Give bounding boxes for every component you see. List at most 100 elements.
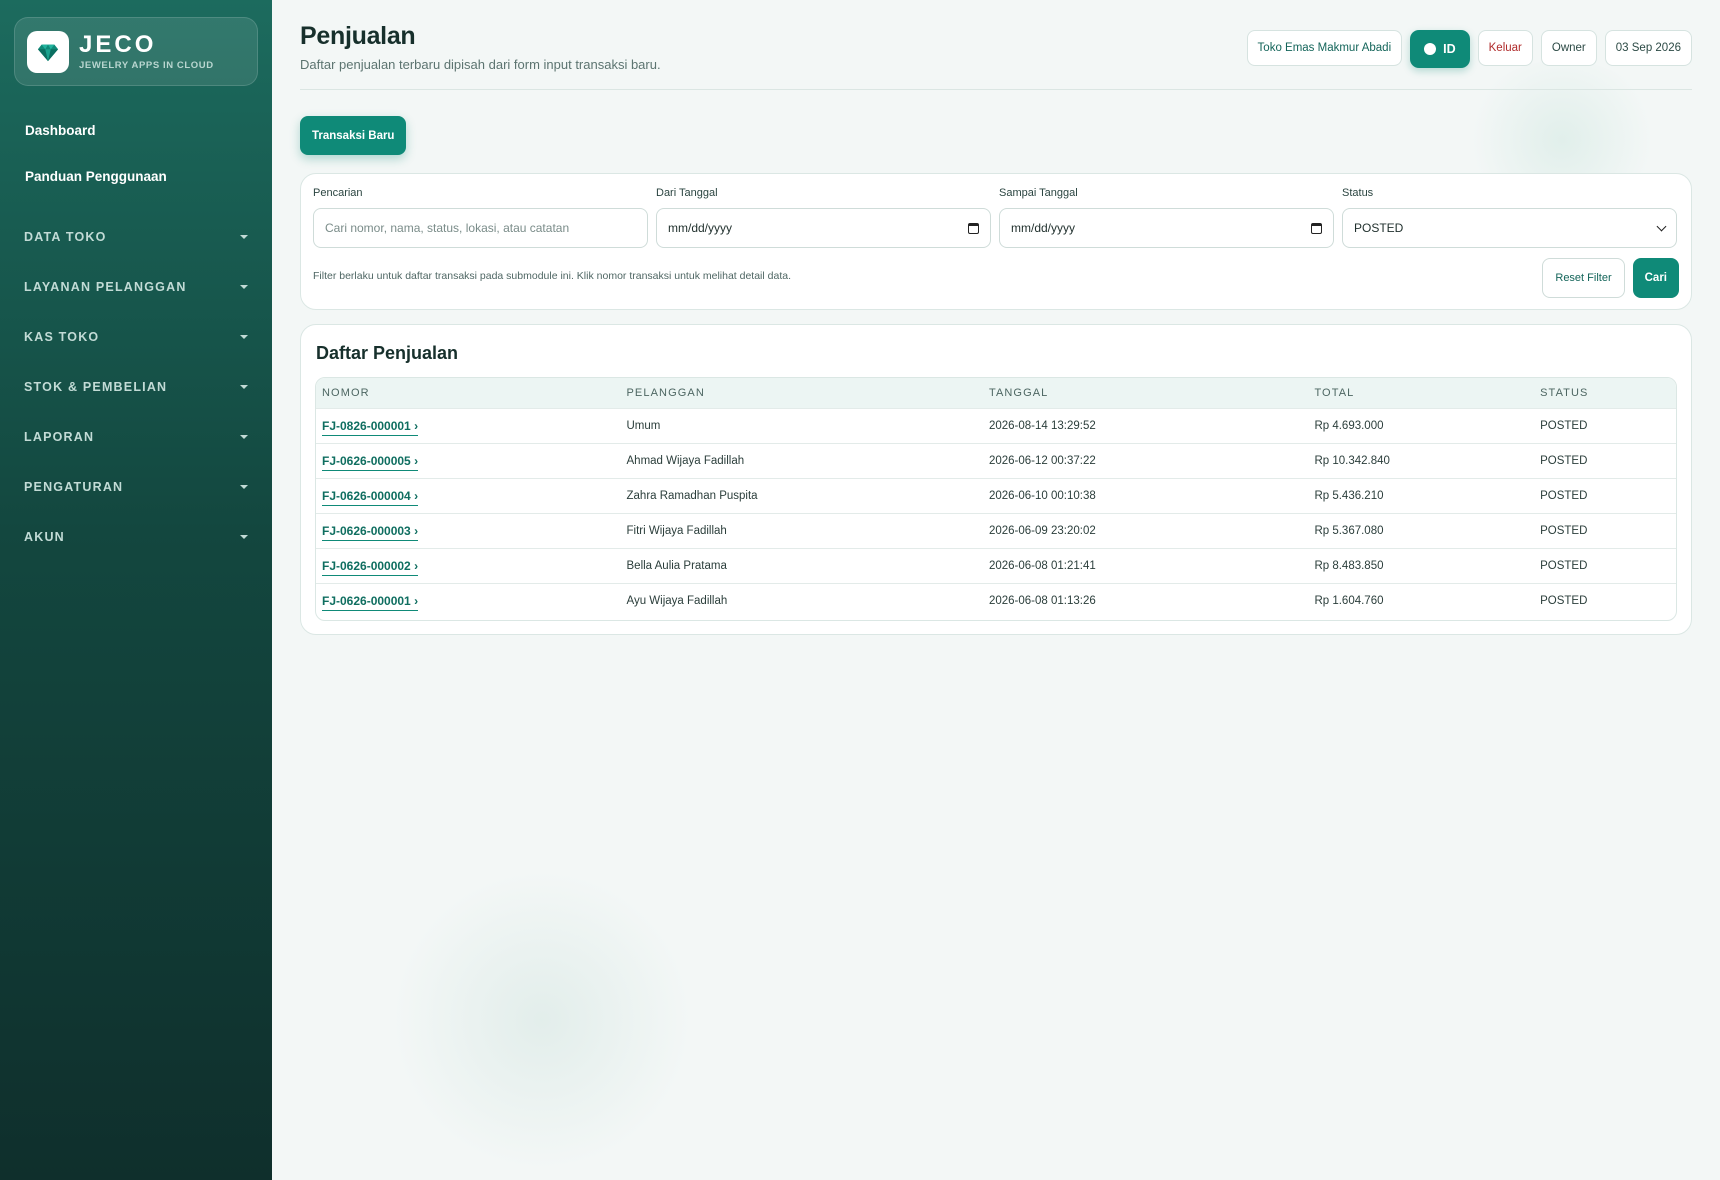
cell-number: FJ-0626-000003 › bbox=[316, 513, 621, 548]
sidebar-section-kas-toko[interactable]: KAS TOKO bbox=[14, 312, 258, 362]
column-header-tanggal: TANGGAL bbox=[988, 386, 1049, 399]
calendar-icon[interactable] bbox=[1311, 222, 1322, 234]
table-row: FJ-0626-000004 › Zahra Ramadhan Puspita … bbox=[316, 478, 1676, 513]
search-label: Pencarian bbox=[313, 187, 363, 199]
from-date-input[interactable]: mm/dd/yyyy bbox=[656, 208, 991, 248]
sidebar-section-label: DATA TOKO bbox=[24, 230, 107, 244]
cell-status: POSTED bbox=[1540, 454, 1588, 467]
cell-customer: Bella Aulia Pratama bbox=[626, 559, 727, 572]
transaction-link[interactable]: FJ-0626-000004 › bbox=[322, 488, 419, 506]
sidebar-item-dashboard[interactable]: Dashboard bbox=[14, 108, 258, 154]
caret-down-icon bbox=[240, 535, 248, 539]
cell-date: 2026-06-10 00:10:38 bbox=[988, 489, 1096, 502]
cell-customer: Ayu Wijaya Fadillah bbox=[626, 594, 728, 607]
transaction-link[interactable]: FJ-0826-000001 › bbox=[322, 418, 419, 436]
reset-filter-button[interactable]: Reset Filter bbox=[1542, 258, 1625, 298]
status-select[interactable]: POSTED bbox=[1342, 208, 1677, 248]
sidebar: JECO JEWELRY APPS IN CLOUD Dashboard Pan… bbox=[0, 0, 272, 1180]
sidebar-section-label: PENGATURAN bbox=[24, 480, 124, 494]
date-badge: 03 Sep 2026 bbox=[1604, 30, 1692, 66]
sidebar-section-label: KAS TOKO bbox=[24, 330, 100, 344]
cell-status: POSTED bbox=[1540, 419, 1588, 432]
to-date-label: Sampai Tanggal bbox=[999, 187, 1078, 199]
cell-date: 2026-06-09 23:20:02 bbox=[988, 524, 1096, 537]
new-transaction-button[interactable]: Transaksi Baru bbox=[300, 116, 407, 155]
to-date-field: Sampai Tanggal mm/dd/yyyy bbox=[999, 187, 1334, 248]
cell-total: Rp 10.342.840 bbox=[1314, 454, 1390, 467]
cell-customer: Fitri Wijaya Fadillah bbox=[626, 524, 727, 537]
sidebar-section-stok-pembelian[interactable]: STOK & PEMBELIAN bbox=[14, 362, 258, 412]
calendar-icon[interactable] bbox=[968, 222, 979, 234]
cell-status: POSTED bbox=[1540, 489, 1588, 502]
sidebar-section-label: STOK & PEMBELIAN bbox=[24, 380, 168, 394]
diamond-logo-icon bbox=[27, 30, 69, 73]
sidebar-nav: Dashboard Panduan Penggunaan DATA TOKO L… bbox=[14, 108, 258, 562]
store-badge: Toko Emas Makmur Abadi bbox=[1246, 30, 1403, 66]
cell-date: 2026-06-08 01:21:41 bbox=[988, 559, 1096, 572]
cell-total: Rp 5.436.210 bbox=[1314, 489, 1384, 502]
caret-down-icon bbox=[240, 435, 248, 439]
filter-actions: Reset Filter Cari bbox=[1542, 258, 1679, 298]
chevron-down-icon bbox=[1656, 221, 1667, 231]
filter-card: Pencarian Cari nomor, nama, status, loka… bbox=[300, 173, 1692, 310]
cell-number: FJ-0626-000004 › bbox=[316, 478, 621, 513]
search-input[interactable]: Cari nomor, nama, status, lokasi, atau c… bbox=[313, 208, 648, 248]
from-date-field: Dari Tanggal mm/dd/yyyy bbox=[656, 187, 991, 248]
transaction-link[interactable]: FJ-0626-000003 › bbox=[322, 523, 419, 541]
caret-down-icon bbox=[240, 235, 248, 239]
status-field: Status POSTED bbox=[1342, 187, 1677, 248]
caret-down-icon bbox=[240, 385, 248, 389]
caret-down-icon bbox=[240, 485, 248, 489]
logout-button[interactable]: Keluar bbox=[1477, 30, 1533, 66]
to-date-input[interactable]: mm/dd/yyyy bbox=[999, 208, 1334, 248]
table-row: FJ-0626-000003 › Fitri Wijaya Fadillah 2… bbox=[316, 513, 1676, 548]
sales-list-card: Daftar Penjualan NOMOR PELANGGAN TANGGAL… bbox=[300, 324, 1692, 635]
status-select-value: POSTED bbox=[1354, 221, 1404, 235]
cell-customer: Ahmad Wijaya Fadillah bbox=[626, 454, 745, 467]
transaction-link[interactable]: FJ-0626-000002 › bbox=[322, 558, 419, 576]
main-content: Penjualan Daftar penjualan terbaru dipis… bbox=[272, 0, 1720, 1180]
column-header-total: TOTAL bbox=[1314, 386, 1355, 399]
header-actions: Toko Emas Makmur Abadi ID Keluar Owner 0… bbox=[1246, 30, 1692, 68]
status-label: Status bbox=[1342, 187, 1374, 199]
language-label: ID bbox=[1443, 42, 1456, 56]
brand-tagline: JEWELRY APPS IN CLOUD bbox=[79, 60, 214, 71]
cell-customer: Umum bbox=[626, 419, 661, 432]
sidebar-section-laporan[interactable]: LAPORAN bbox=[14, 412, 258, 462]
language-toggle[interactable]: ID bbox=[1410, 30, 1470, 68]
cell-total: Rp 5.367.080 bbox=[1314, 524, 1384, 537]
sidebar-section-akun[interactable]: AKUN bbox=[14, 512, 258, 562]
sidebar-section-data-toko[interactable]: DATA TOKO bbox=[14, 212, 258, 262]
caret-down-icon bbox=[240, 335, 248, 339]
column-header-nomor: NOMOR bbox=[322, 386, 370, 399]
role-badge: Owner bbox=[1540, 30, 1597, 66]
sidebar-section-layanan-pelanggan[interactable]: LAYANAN PELANGGAN bbox=[14, 262, 258, 312]
table-row: FJ-0826-000001 › Umum 2026-08-14 13:29:5… bbox=[316, 408, 1676, 443]
sales-list-title: Daftar Penjualan bbox=[316, 343, 459, 363]
table-row: FJ-0626-000005 › Ahmad Wijaya Fadillah 2… bbox=[316, 443, 1676, 478]
cell-total: Rp 8.483.850 bbox=[1314, 559, 1384, 572]
table-header-row: NOMOR PELANGGAN TANGGAL TOTAL STATUS bbox=[316, 378, 1676, 408]
search-field: Pencarian Cari nomor, nama, status, loka… bbox=[313, 187, 648, 248]
transaction-link[interactable]: FJ-0626-000001 › bbox=[322, 593, 419, 611]
cell-status: POSTED bbox=[1540, 559, 1588, 572]
table-row: FJ-0626-000001 › Ayu Wijaya Fadillah 202… bbox=[316, 583, 1676, 618]
search-button[interactable]: Cari bbox=[1632, 258, 1679, 298]
to-date-value: mm/dd/yyyy bbox=[1011, 221, 1076, 235]
sales-table-wrapper: NOMOR PELANGGAN TANGGAL TOTAL STATUS FJ-… bbox=[315, 377, 1677, 621]
cell-status: POSTED bbox=[1540, 524, 1588, 537]
cell-status: POSTED bbox=[1540, 594, 1588, 607]
from-date-label: Dari Tanggal bbox=[656, 187, 718, 199]
sidebar-section-pengaturan[interactable]: PENGATURAN bbox=[14, 462, 258, 512]
sidebar-section-label: LAYANAN PELANGGAN bbox=[24, 280, 187, 294]
filter-note: Filter berlaku untuk daftar transaksi pa… bbox=[313, 270, 791, 282]
filter-row: Pencarian Cari nomor, nama, status, loka… bbox=[313, 187, 1677, 248]
cell-number: FJ-0626-000001 › bbox=[316, 583, 621, 618]
caret-down-icon bbox=[240, 285, 248, 289]
toggle-dot-icon bbox=[1424, 43, 1437, 55]
brand-card[interactable]: JECO JEWELRY APPS IN CLOUD bbox=[14, 17, 258, 86]
cell-date: 2026-06-08 01:13:26 bbox=[988, 594, 1096, 607]
transaction-link[interactable]: FJ-0626-000005 › bbox=[322, 453, 419, 471]
sidebar-item-panduan[interactable]: Panduan Penggunaan bbox=[14, 154, 258, 200]
